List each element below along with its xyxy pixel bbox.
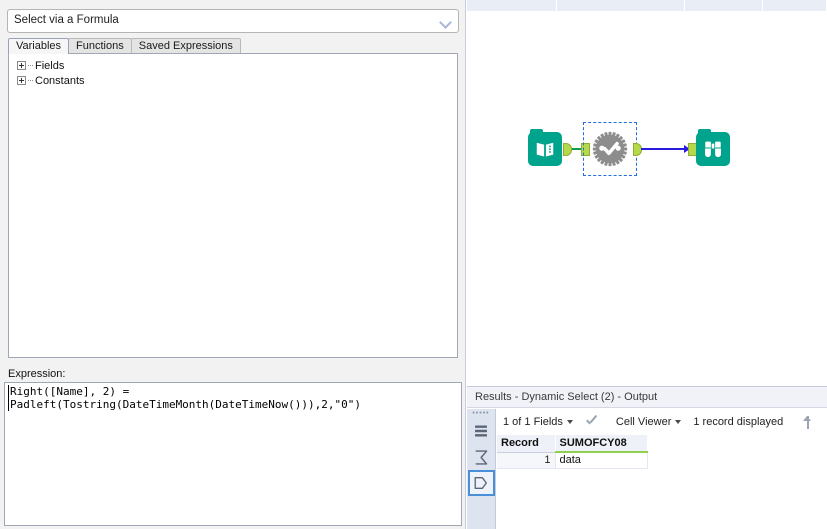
arrow-up-icon <box>801 415 814 430</box>
rail-grip-handle[interactable]: ••••• <box>467 409 495 418</box>
results-window: Results - Dynamic Select (2) - Output ••… <box>467 386 827 529</box>
table-header-row: Record SUMOFCY08 <box>497 435 648 453</box>
results-grid[interactable]: Record SUMOFCY08 1 data <box>497 435 827 529</box>
formula-select-value: Select via a Formula <box>14 14 119 27</box>
column-header-record[interactable]: Record <box>497 435 556 453</box>
tree-item-constants[interactable]: Constants <box>9 73 457 88</box>
messages-tag-icon[interactable] <box>467 470 495 496</box>
tree-connector-line <box>28 80 33 81</box>
fields-label: 1 of 1 Fields <box>503 416 563 428</box>
records-glyph <box>475 425 487 437</box>
output-anchor[interactable] <box>563 143 572 156</box>
checkmark-icon <box>585 416 598 429</box>
apply-fields-button[interactable] <box>579 409 604 435</box>
input-data-tool[interactable] <box>528 129 562 166</box>
cell-record: 1 <box>497 452 556 469</box>
scroll-down-button[interactable] <box>820 409 827 435</box>
variables-tree[interactable]: Fields Constants <box>8 53 458 358</box>
tool-tab-nub <box>530 129 543 134</box>
tab-variables[interactable]: Variables <box>8 38 70 54</box>
expression-editor[interactable]: Right([Name], 2) = Padleft(Tostring(Date… <box>4 382 462 526</box>
cell-viewer-selector[interactable]: Cell Viewer <box>610 409 687 435</box>
canvas-and-results: Results - Dynamic Select (2) - Output ••… <box>467 0 827 529</box>
tab-functions[interactable]: Functions <box>68 38 132 54</box>
tree-item-label: Constants <box>35 74 85 87</box>
tree-item-label: Fields <box>35 59 65 72</box>
connection-line[interactable] <box>641 145 690 153</box>
chevron-down-icon[interactable] <box>675 420 682 424</box>
plus-box-icon[interactable] <box>17 61 26 70</box>
expression-label: Expression: <box>8 368 66 380</box>
tool-tab-nub <box>698 129 711 134</box>
formula-select-dropdown[interactable]: Select via a Formula <box>7 9 459 33</box>
table-row[interactable]: 1 data <box>497 452 648 469</box>
alteryx-designer-window: Select via a Formula Variables Functions… <box>0 0 827 529</box>
record-count-label: 1 record displayed <box>693 416 784 428</box>
book-icon <box>536 142 554 157</box>
tab-saved-expressions[interactable]: Saved Expressions <box>130 38 241 54</box>
plus-box-icon[interactable] <box>17 76 26 85</box>
records-icon[interactable] <box>468 418 495 444</box>
chevron-down-icon[interactable] <box>566 420 573 424</box>
tool-configuration-panel: Select via a Formula Variables Functions… <box>0 0 466 529</box>
cell-viewer-label: Cell Viewer <box>615 416 672 428</box>
binoculars-icon <box>705 141 721 158</box>
canvas-tab-strip[interactable] <box>467 0 827 11</box>
sigma-glyph <box>475 449 487 465</box>
canvas-tab[interactable] <box>467 0 557 11</box>
tree-item-fields[interactable]: Fields <box>9 58 457 73</box>
tag-glyph <box>474 477 487 489</box>
results-icon-rail: ••••• <box>467 409 496 529</box>
gear-check-icon <box>592 131 628 167</box>
results-toolbar: 1 of 1 Fields Cell Viewer 1 record displ… <box>497 409 827 435</box>
scroll-up-button[interactable] <box>795 409 820 435</box>
column-header-sumofcy08[interactable]: SUMOFCY08 <box>555 435 648 453</box>
fields-selector[interactable]: 1 of 1 Fields <box>497 409 579 435</box>
chevron-down-icon[interactable] <box>439 15 452 28</box>
browse-tool[interactable] <box>696 129 730 166</box>
canvas-tab[interactable] <box>763 0 827 11</box>
results-title: Results - Dynamic Select (2) - Output <box>467 387 827 408</box>
canvas-tab[interactable] <box>685 0 763 11</box>
expression-text[interactable]: Right([Name], 2) = Padleft(Tostring(Date… <box>8 385 461 411</box>
cell-value[interactable]: data <box>555 452 648 469</box>
dynamic-select-tool[interactable] <box>583 122 637 176</box>
sigma-icon[interactable] <box>468 444 495 470</box>
results-table: Record SUMOFCY08 1 data <box>497 435 648 469</box>
tree-connector-line <box>28 65 33 66</box>
results-body: ••••• 1 of 1 Fields Cell Viewer 1 record… <box>467 409 827 529</box>
workflow-canvas[interactable] <box>467 11 827 386</box>
expression-tabs: Variables Functions Saved Expressions <box>8 38 241 54</box>
canvas-tab[interactable] <box>557 0 685 11</box>
